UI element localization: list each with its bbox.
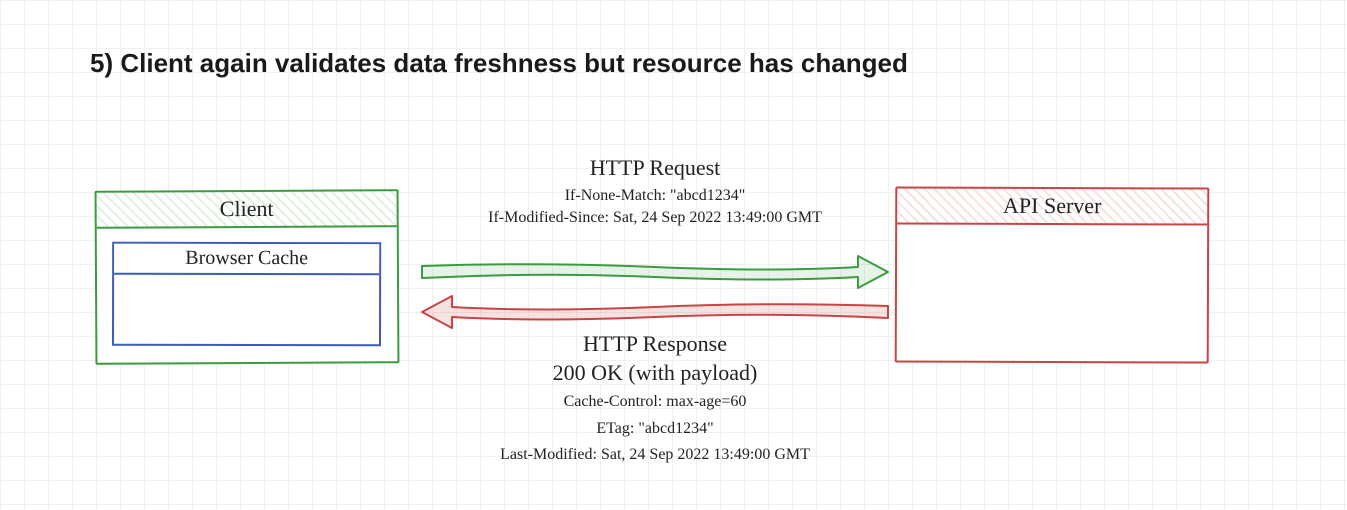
- request-label-group: HTTP Request If-None-Match: "abcd1234" I…: [410, 155, 900, 230]
- request-header-if-none-match: If-None-Match: "abcd1234": [410, 185, 900, 207]
- response-header-etag: ETag: "abcd1234": [410, 418, 900, 440]
- api-server-header: API Server: [897, 188, 1207, 225]
- response-heading: HTTP Response: [410, 330, 900, 359]
- response-header-cache-control: Cache-Control: max-age=60: [410, 391, 900, 413]
- request-arrow-icon: [420, 252, 890, 292]
- client-header: Client: [97, 191, 397, 229]
- browser-cache-header: Browser Cache: [114, 244, 379, 275]
- request-heading: HTTP Request: [410, 155, 900, 181]
- api-server-box: API Server: [895, 186, 1210, 363]
- browser-cache-box: Browser Cache: [112, 242, 381, 346]
- response-arrow-icon: [420, 292, 890, 332]
- response-label-group: HTTP Response 200 OK (with payload) Cach…: [410, 330, 900, 466]
- response-status: 200 OK (with payload): [410, 359, 900, 388]
- response-header-last-modified: Last-Modified: Sat, 24 Sep 2022 13:49:00…: [410, 444, 900, 466]
- client-box: Client Browser Cache: [95, 189, 400, 365]
- request-header-if-modified-since: If-Modified-Since: Sat, 24 Sep 2022 13:4…: [410, 207, 900, 229]
- diagram-title: 5) Client again validates data freshness…: [90, 48, 908, 79]
